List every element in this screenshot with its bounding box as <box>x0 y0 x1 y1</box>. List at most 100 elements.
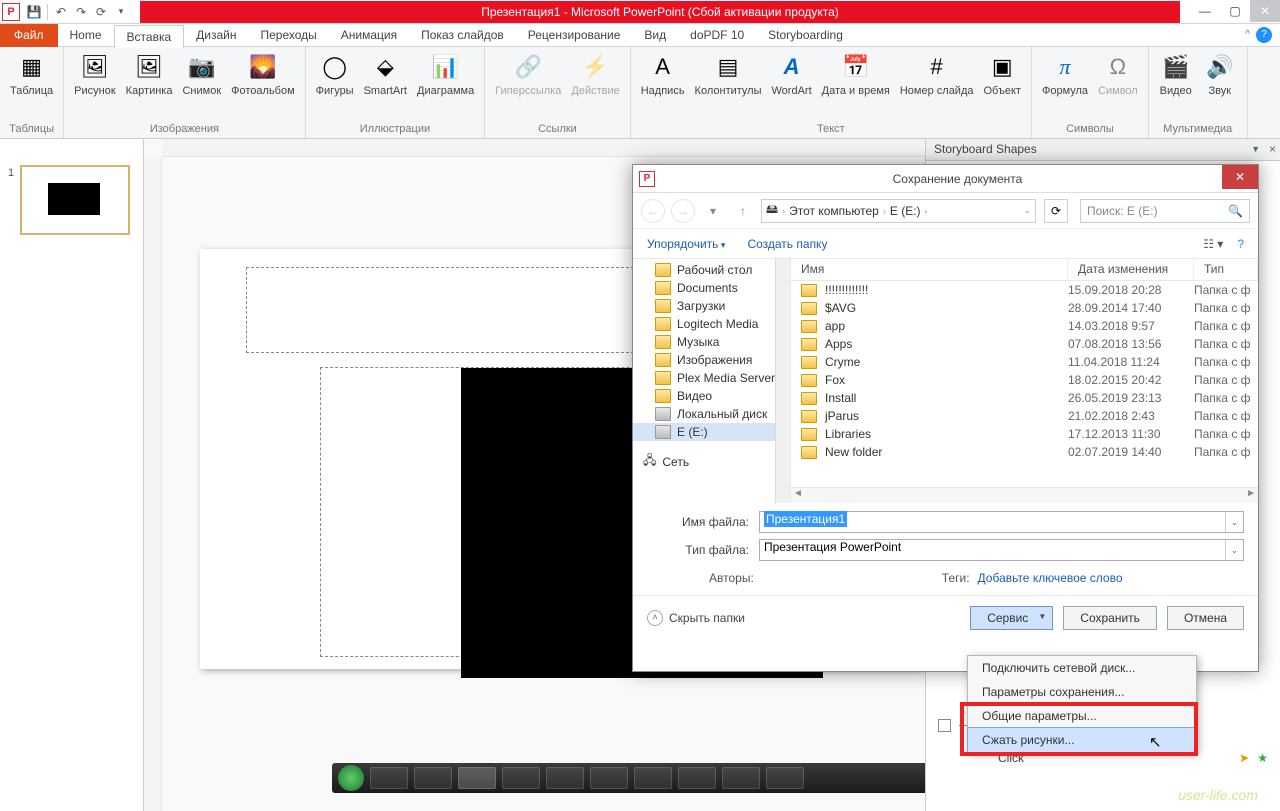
nav-recent-icon[interactable]: ▾ <box>701 199 725 223</box>
tree-music[interactable]: Музыка <box>633 333 790 351</box>
save-icon[interactable]: 💾 <box>24 2 44 22</box>
cmd-video[interactable]: 🎬Видео <box>1155 49 1197 99</box>
tab-insert[interactable]: Вставка <box>114 25 185 48</box>
filetype-label: Тип файла: <box>647 543 759 557</box>
breadcrumb[interactable]: 🖴 › Этот компьютер › E (E:) › ⌄ <box>761 199 1036 223</box>
minimize-button[interactable]: — <box>1190 0 1220 22</box>
cmd-picture[interactable]: 🖼Рисунок <box>70 49 120 99</box>
file-row[interactable]: New folder02.07.2019 14:40Папка с ф <box>791 443 1258 461</box>
tab-transitions[interactable]: Переходы <box>248 24 328 46</box>
file-list: Имя Дата изменения Тип !!!!!!!!!!!!!15.0… <box>791 259 1258 503</box>
refresh-button[interactable]: ⟳ <box>1044 199 1068 223</box>
star-icon: ★ <box>1257 751 1268 765</box>
close-button[interactable]: ✕ <box>1250 0 1280 22</box>
cmd-datetime[interactable]: 📅Дата и время <box>818 49 894 99</box>
cmd-album[interactable]: 🌄Фотоальбом <box>227 49 299 99</box>
menu-general-options[interactable]: Общие параметры... <box>968 704 1196 728</box>
nav-back-button[interactable]: ← <box>641 199 665 223</box>
cmd-equation[interactable]: πФормула <box>1038 49 1092 99</box>
menu-map-drive[interactable]: Подключить сетевой диск... <box>968 656 1196 680</box>
qat-customize-icon[interactable]: ▾ <box>111 2 131 22</box>
nav-forward-button[interactable]: → <box>671 199 695 223</box>
sidepane-close-icon[interactable]: × <box>1269 142 1276 156</box>
maximize-button[interactable]: ▢ <box>1220 0 1250 22</box>
file-row[interactable]: Fox18.02.2015 20:42Папка с ф <box>791 371 1258 389</box>
tab-design[interactable]: Дизайн <box>184 24 248 46</box>
tree-scrollbar[interactable] <box>775 259 790 503</box>
hide-folders-toggle[interactable]: ˄ Скрыть папки <box>647 610 745 626</box>
nav-up-button[interactable]: ↑ <box>731 199 755 223</box>
cmd-shapes[interactable]: ◯Фигуры <box>312 49 358 99</box>
cmd-slidenum[interactable]: #Номер слайда <box>896 49 978 99</box>
tab-slideshow[interactable]: Показ слайдов <box>409 24 516 46</box>
tab-animation[interactable]: Анимация <box>329 24 409 46</box>
tab-review[interactable]: Рецензирование <box>516 24 633 46</box>
cmd-audio[interactable]: 🔊Звук <box>1199 49 1241 99</box>
tree-downloads[interactable]: Загрузки <box>633 297 790 315</box>
file-row[interactable]: Install26.05.2019 23:13Папка с ф <box>791 389 1258 407</box>
cmd-textbox[interactable]: AНадпись <box>637 49 689 99</box>
cmd-table[interactable]: ▦Таблица <box>6 49 57 99</box>
tab-storyboarding[interactable]: Storyboarding <box>756 24 855 46</box>
col-date[interactable]: Дата изменения <box>1068 259 1194 280</box>
filename-input[interactable]: Презентация1⌄ <box>759 511 1244 533</box>
cmd-screenshot[interactable]: 📷Снимок <box>178 49 225 99</box>
tree-logitech[interactable]: Logitech Media <box>633 315 790 333</box>
tab-home[interactable]: Home <box>58 24 114 46</box>
network-icon: 🖧 <box>643 451 656 472</box>
save-button[interactable]: Сохранить <box>1063 606 1157 630</box>
undo-icon[interactable]: ↶ <box>51 2 71 22</box>
view-options-icon[interactable]: ☷ ▾ <box>1203 237 1223 251</box>
file-row[interactable]: Libraries17.12.2013 11:30Папка с ф <box>791 425 1258 443</box>
folder-tree: Рабочий стол Documents Загрузки Logitech… <box>633 259 791 503</box>
chevron-down-icon[interactable]: ⌄ <box>1225 512 1243 532</box>
tree-edrive[interactable]: E (E:) <box>633 423 790 441</box>
search-input[interactable]: Поиск: E (E:) 🔍 <box>1080 199 1250 223</box>
help-icon[interactable]: ? <box>1256 27 1272 43</box>
new-folder-button[interactable]: Создать папку <box>747 237 827 251</box>
redo-icon[interactable]: ↷ <box>71 2 91 22</box>
tree-network[interactable]: 🖧Сеть <box>633 449 790 474</box>
tab-file[interactable]: Файл <box>0 24 58 47</box>
file-row[interactable]: app14.03.2018 9:57Папка с ф <box>791 317 1258 335</box>
cancel-button[interactable]: Отмена <box>1167 606 1244 630</box>
chevron-down-icon[interactable]: ⌄ <box>1225 540 1243 560</box>
cmd-chart[interactable]: 📊Диаграмма <box>413 49 478 99</box>
cmd-object[interactable]: ▣Объект <box>980 49 1025 99</box>
tree-plex[interactable]: Plex Media Server <box>633 369 790 387</box>
menu-compress-pictures[interactable]: Сжать рисунки... <box>967 727 1197 753</box>
cmd-headerfooter[interactable]: ▤Колонтитулы <box>691 49 766 99</box>
file-row[interactable]: Apps07.08.2018 13:56Папка с ф <box>791 335 1258 353</box>
cmd-wordart[interactable]: AWordArt <box>768 49 816 99</box>
add-tag-link[interactable]: Добавьте ключевое слово <box>978 571 1123 585</box>
organize-button[interactable]: Упорядочить <box>647 237 725 251</box>
sidepane-dropdown-icon[interactable]: ▼ <box>1251 144 1260 154</box>
minimize-ribbon-icon[interactable]: ^ <box>1245 29 1250 40</box>
folder-icon <box>801 320 817 333</box>
file-row[interactable]: Cryme11.04.2018 11:24Папка с ф <box>791 353 1258 371</box>
thumbnail-slide-1[interactable]: 1 <box>8 165 135 235</box>
chevron-down-icon[interactable]: ⌄ <box>1023 205 1031 216</box>
cmd-smartart[interactable]: ⬙SmartArt <box>360 49 411 99</box>
tree-localdisk[interactable]: Локальный диск <box>633 405 790 423</box>
filetype-select[interactable]: Презентация PowerPoint⌄ <box>759 539 1244 561</box>
file-row[interactable]: jParus21.02.2018 2:43Папка с ф <box>791 407 1258 425</box>
tree-desktop[interactable]: Рабочий стол <box>633 261 790 279</box>
col-name[interactable]: Имя <box>791 259 1068 280</box>
cmd-clipart[interactable]: 🖼Картинка <box>122 49 177 99</box>
file-row[interactable]: $AVG28.09.2014 17:40Папка с ф <box>791 299 1258 317</box>
repeat-icon[interactable]: ⟳ <box>91 2 111 22</box>
file-row[interactable]: !!!!!!!!!!!!!15.09.2018 20:28Папка с ф <box>791 281 1258 299</box>
tab-dopdf[interactable]: doPDF 10 <box>678 24 756 46</box>
dialog-close-button[interactable]: ✕ <box>1222 165 1258 189</box>
horizontal-scrollbar[interactable] <box>791 487 1258 503</box>
tree-documents[interactable]: Documents <box>633 279 790 297</box>
tree-video[interactable]: Видео <box>633 387 790 405</box>
folder-icon <box>801 302 817 315</box>
menu-save-options[interactable]: Параметры сохранения... <box>968 680 1196 704</box>
help-icon[interactable]: ? <box>1237 237 1244 251</box>
tree-pictures[interactable]: Изображения <box>633 351 790 369</box>
tab-view[interactable]: Вид <box>632 24 678 46</box>
col-type[interactable]: Тип <box>1194 259 1258 280</box>
tools-button[interactable]: Сервис <box>970 606 1053 630</box>
